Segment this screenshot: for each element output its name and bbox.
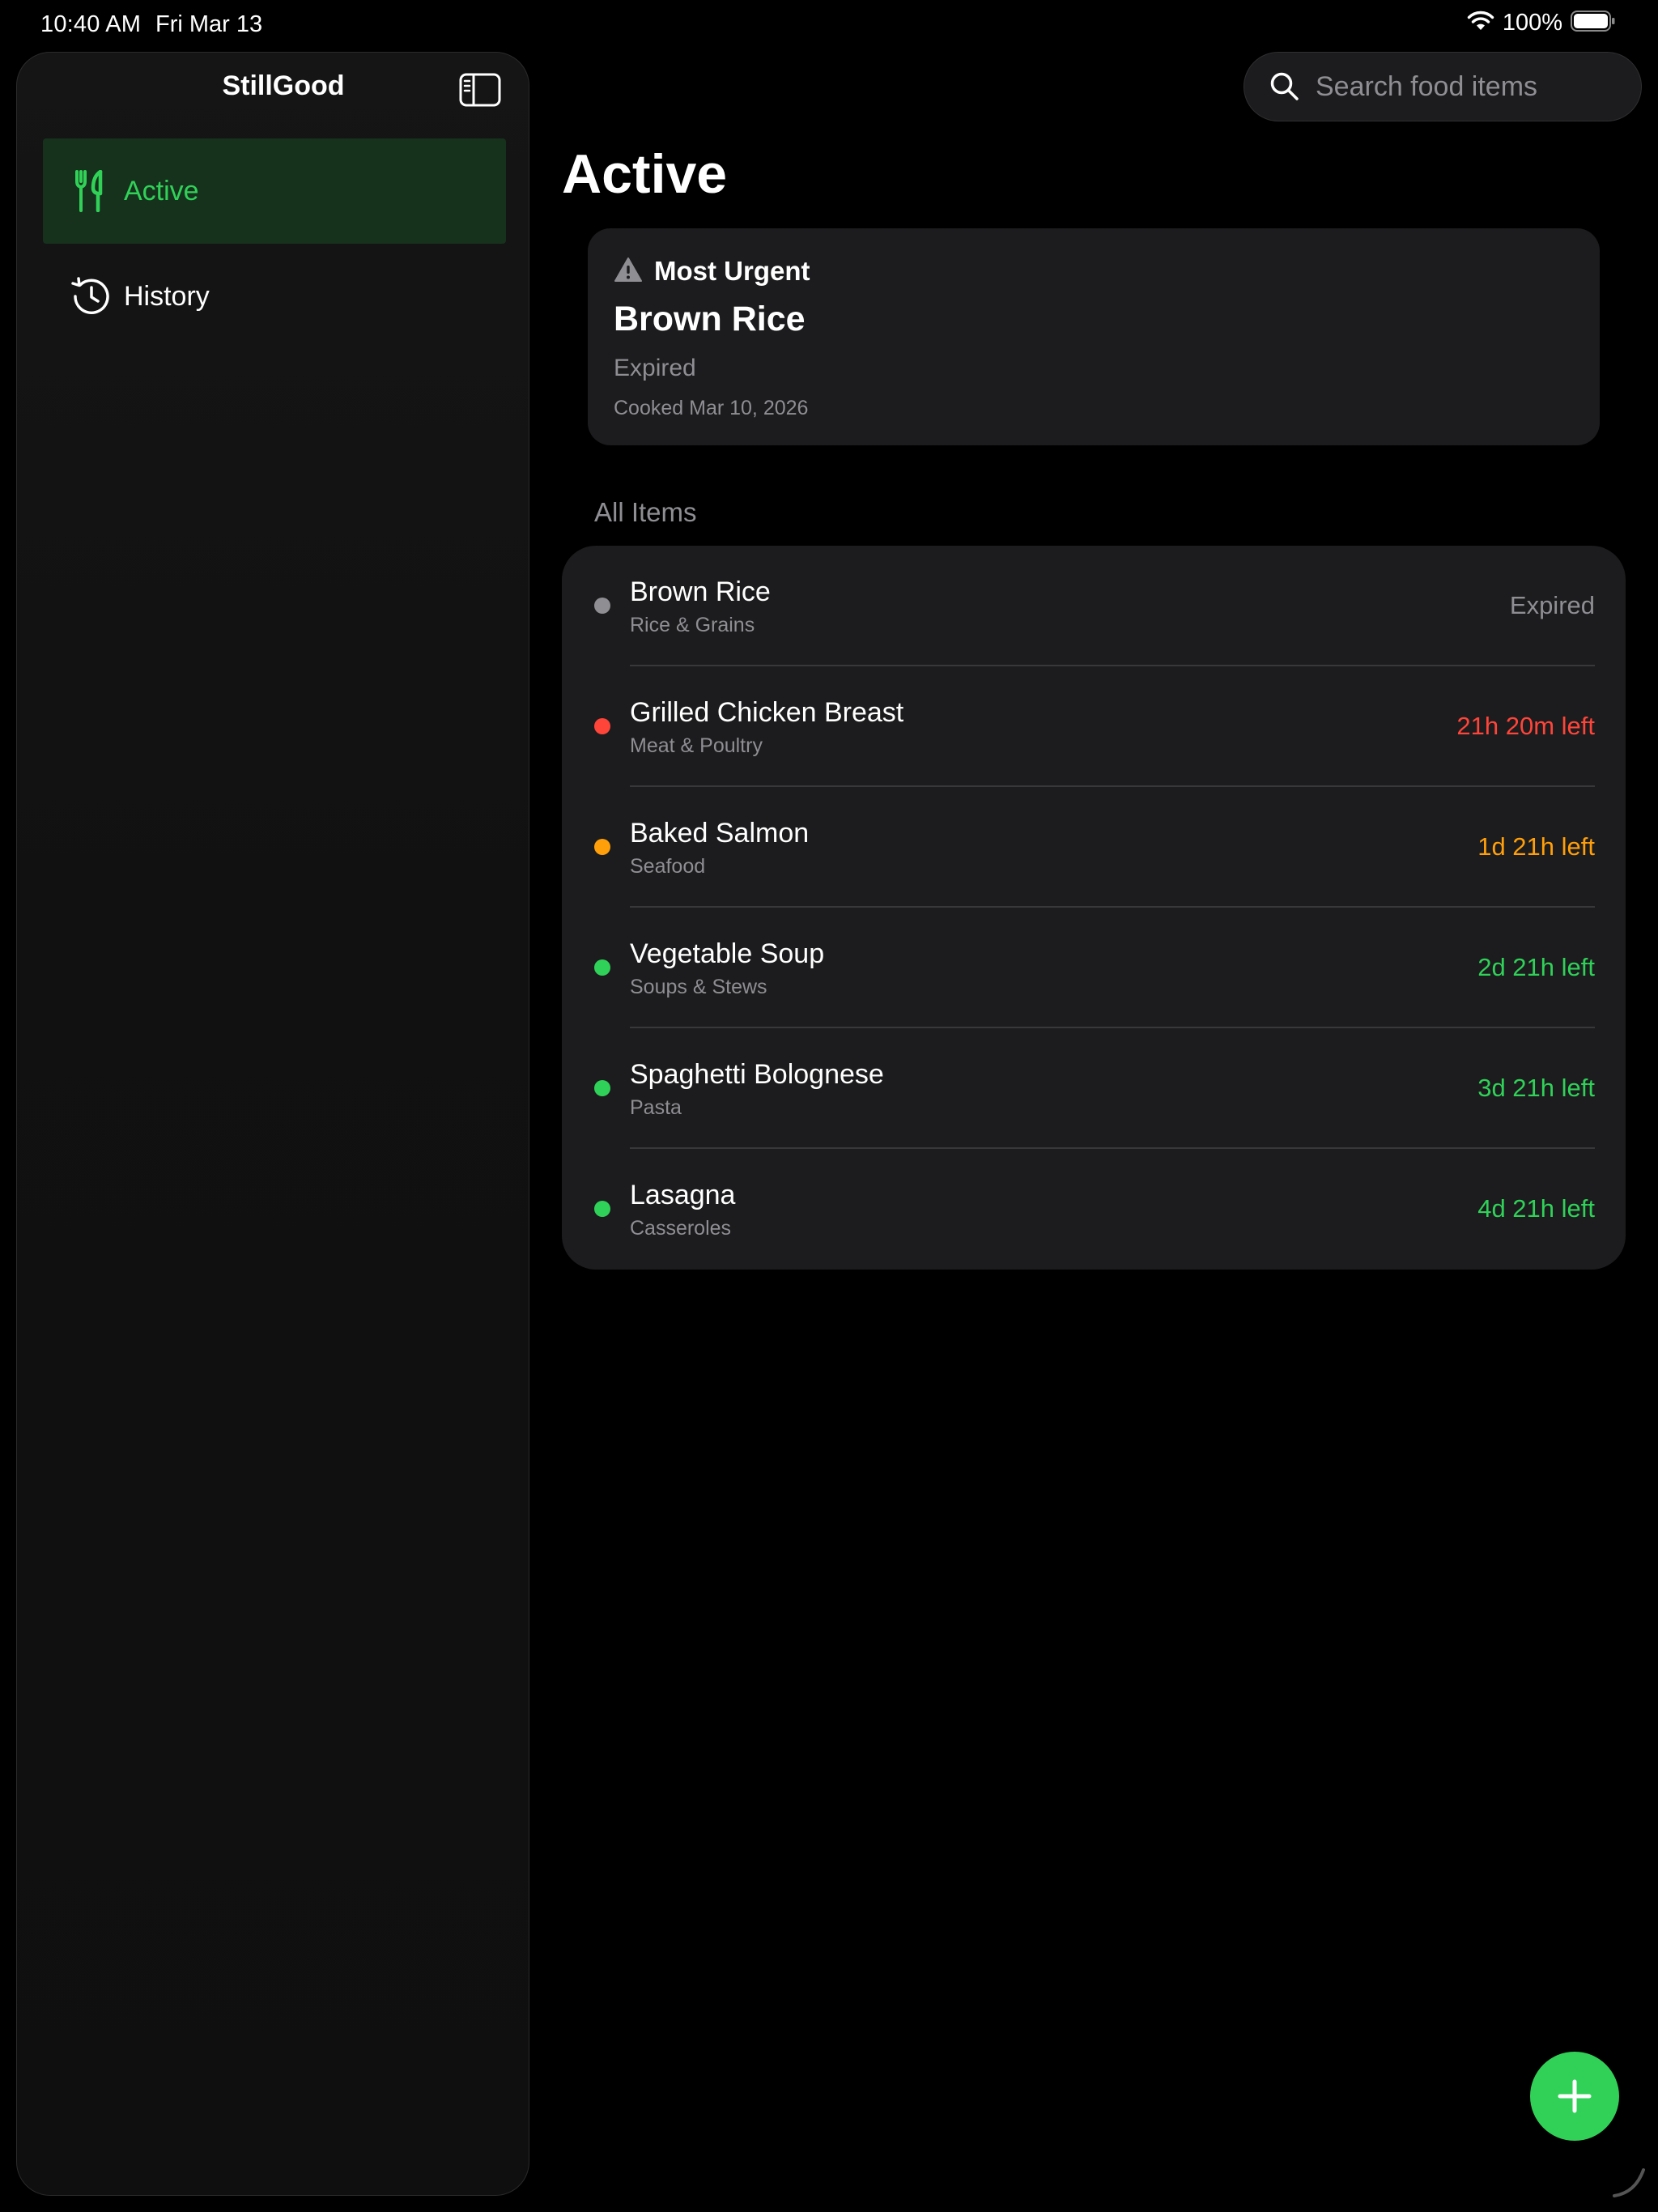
sidebar-item-label: Active: [124, 175, 199, 206]
item-name: Grilled Chicken Breast: [630, 697, 904, 728]
item-name: Spaghetti Bolognese: [630, 1059, 884, 1090]
status-dot: [594, 1201, 610, 1217]
item-time-left: 2d 21h left: [1477, 953, 1595, 981]
list-item[interactable]: Brown Rice Rice & Grains Expired: [562, 546, 1626, 666]
urgent-header: Most Urgent: [614, 256, 810, 287]
item-category: Seafood: [630, 855, 706, 878]
item-time-left: 4d 21h left: [1477, 1194, 1595, 1223]
urgent-item-cooked-date: Cooked Mar 10, 2026: [614, 397, 809, 419]
plus-icon: [1558, 2079, 1592, 2113]
search-bar[interactable]: [1244, 52, 1642, 121]
item-name: Lasagna: [630, 1180, 736, 1210]
item-category: Meat & Poultry: [630, 734, 763, 757]
list-item[interactable]: Lasagna Casseroles 4d 21h left: [562, 1149, 1626, 1270]
list-item[interactable]: Baked Salmon Seafood 1d 21h left: [562, 787, 1626, 908]
sidebar: StillGood Active History: [16, 52, 529, 2196]
item-category: Pasta: [630, 1096, 682, 1119]
item-name: Baked Salmon: [630, 818, 810, 849]
page-title: Active: [562, 143, 728, 205]
sidebar-item-label: History: [124, 280, 210, 312]
sidebar-item-active[interactable]: Active: [43, 138, 506, 244]
item-time-left: Expired: [1509, 591, 1595, 619]
sidebar-toggle-icon: [459, 73, 501, 107]
urgent-item-name: Brown Rice: [614, 300, 806, 338]
battery-icon: [1571, 11, 1616, 36]
item-category: Casseroles: [630, 1217, 732, 1240]
status-dot: [594, 959, 610, 976]
add-item-button[interactable]: [1530, 2052, 1619, 2141]
item-time-left: 3d 21h left: [1477, 1074, 1595, 1102]
status-dot: [594, 718, 610, 734]
status-date: Fri Mar 13: [155, 11, 263, 37]
search-input[interactable]: [1314, 70, 1622, 104]
status-dot: [594, 598, 610, 614]
history-icon: [67, 274, 113, 319]
list-item[interactable]: Grilled Chicken Breast Meat & Poultry 21…: [562, 666, 1626, 787]
fork-knife-icon: [67, 168, 113, 214]
list-item[interactable]: Vegetable Soup Soups & Stews 2d 21h left: [562, 908, 1626, 1028]
sidebar-toggle-button[interactable]: [459, 72, 501, 108]
list-item[interactable]: Spaghetti Bolognese Pasta 3d 21h left: [562, 1028, 1626, 1149]
urgent-label: Most Urgent: [654, 256, 810, 286]
item-time-left: 1d 21h left: [1477, 832, 1595, 861]
item-category: Soups & Stews: [630, 976, 767, 998]
sidebar-item-history[interactable]: History: [43, 244, 506, 349]
urgent-item-status: Expired: [614, 355, 696, 381]
status-bar: 10:40 AM Fri Mar 13 100%: [0, 0, 1658, 52]
item-name: Brown Rice: [630, 576, 771, 607]
search-icon: [1269, 70, 1301, 103]
resize-corner-indicator: [1611, 2163, 1647, 2199]
status-right: 100%: [1467, 10, 1616, 36]
items-list: Brown Rice Rice & Grains Expired Grilled…: [562, 546, 1626, 1270]
status-dot: [594, 839, 610, 855]
status-dot: [594, 1080, 610, 1096]
warning-icon: [614, 257, 643, 287]
wifi-icon: [1467, 11, 1494, 36]
section-title: All Items: [594, 497, 697, 527]
status-time: 10:40 AM: [40, 11, 142, 37]
item-time-left: 21h 20m left: [1456, 712, 1595, 740]
item-category: Rice & Grains: [630, 614, 755, 636]
item-name: Vegetable Soup: [630, 938, 825, 969]
most-urgent-card[interactable]: Most Urgent Brown Rice Expired Cooked Ma…: [588, 228, 1600, 445]
battery-percent: 100%: [1502, 10, 1562, 36]
